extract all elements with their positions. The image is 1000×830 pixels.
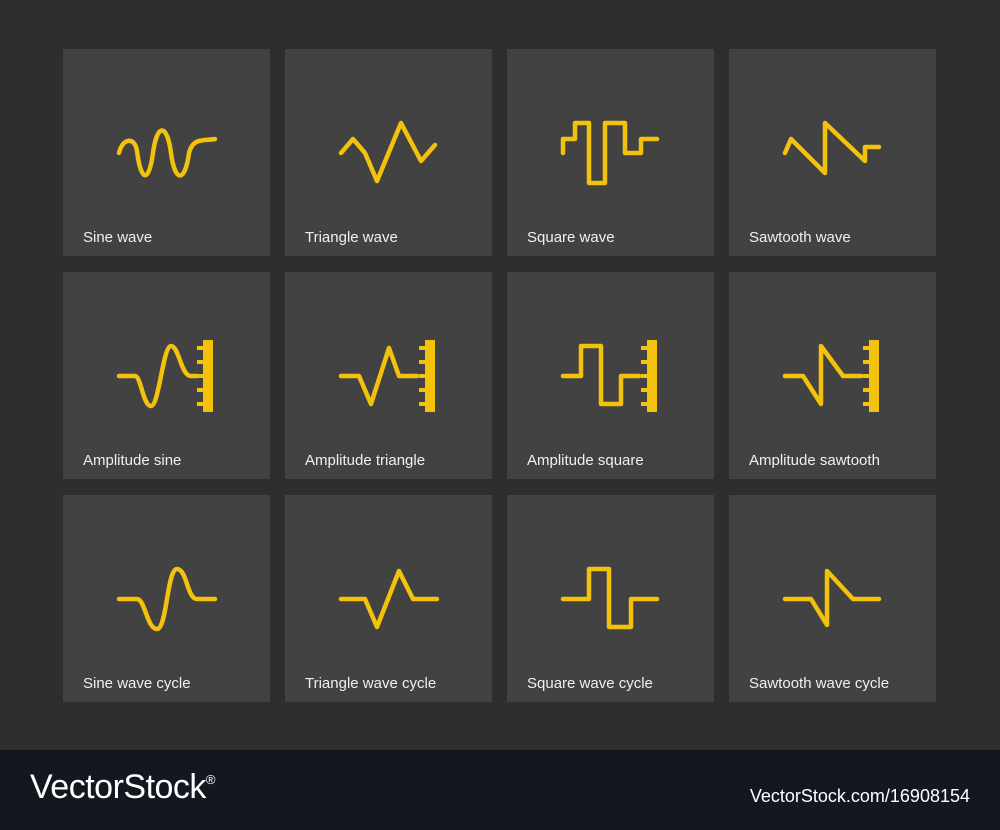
amplitude-triangle-icon xyxy=(338,340,435,412)
tile-amplitude-sine: Amplitude sine xyxy=(63,272,270,479)
tile-triangle-wave-cycle: Triangle wave cycle xyxy=(285,495,492,702)
amplitude-sawtooth-icon xyxy=(782,340,879,412)
icon-grid: Sine wave Triangle wave Square wave Sawt… xyxy=(63,49,936,702)
triangle-wave-icon xyxy=(338,120,438,184)
tile-sawtooth-wave-cycle: Sawtooth wave cycle xyxy=(729,495,936,702)
tile-triangle-wave: Triangle wave xyxy=(285,49,492,256)
tile-sine-wave-cycle: Sine wave cycle xyxy=(63,495,270,702)
tile-label: Amplitude sine xyxy=(83,452,182,469)
tile-label: Amplitude square xyxy=(527,452,644,469)
brand-name: VectorStock xyxy=(30,768,206,806)
stock-image-id: VectorStock.com/16908154 xyxy=(749,786,970,806)
amplitude-square-icon xyxy=(560,340,657,412)
tile-label: Triangle wave xyxy=(305,229,398,246)
sawtooth-wave-icon xyxy=(782,120,882,176)
vectorstock-logo: VectorStock® xyxy=(30,768,216,807)
tile-label: Sawtooth wave cycle xyxy=(749,675,890,692)
tile-amplitude-triangle: Amplitude triangle xyxy=(285,272,492,479)
tile-label: Triangle wave cycle xyxy=(305,675,437,692)
tile-label: Sine wave cycle xyxy=(83,675,191,692)
square-wave-cycle-icon xyxy=(560,566,660,630)
footer-bar: VectorStock® VectorStock.com/16908154 xyxy=(0,750,1000,830)
tile-label: Amplitude triangle xyxy=(305,452,426,469)
tile-amplitude-sawtooth: Amplitude sawtooth xyxy=(729,272,936,479)
tile-sawtooth-wave: Sawtooth wave xyxy=(729,49,936,256)
square-wave-icon xyxy=(560,120,660,186)
tile-label: Sawtooth wave xyxy=(749,229,851,246)
tile-amplitude-square: Amplitude square xyxy=(507,272,714,479)
tile-square-wave: Square wave xyxy=(507,49,714,256)
tile-label: Square wave cycle xyxy=(527,675,653,692)
triangle-wave-cycle-icon xyxy=(338,568,440,630)
amplitude-sine-icon xyxy=(116,340,213,412)
tile-label: Square wave xyxy=(527,229,615,246)
sine-wave-icon xyxy=(116,128,218,178)
tile-sine-wave: Sine wave xyxy=(63,49,270,256)
tile-label: Sine wave xyxy=(83,229,153,246)
tile-square-wave-cycle: Square wave cycle xyxy=(507,495,714,702)
sine-wave-cycle-icon xyxy=(116,566,218,632)
trademark-symbol: ® xyxy=(205,772,216,787)
sawtooth-wave-cycle-icon xyxy=(782,568,882,628)
tile-label: Amplitude sawtooth xyxy=(749,452,880,469)
icon-sheet: Sine wave Triangle wave Square wave Sawt… xyxy=(0,0,1000,750)
